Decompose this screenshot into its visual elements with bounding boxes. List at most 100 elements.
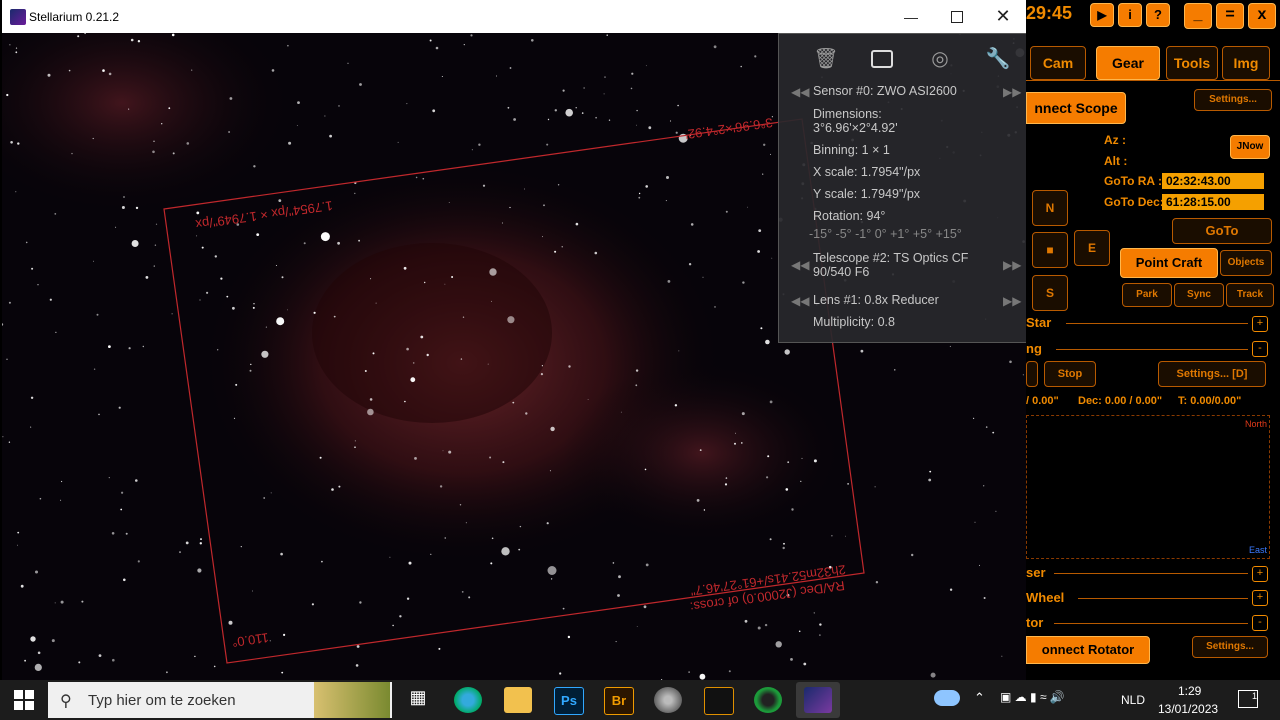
star <box>372 352 375 355</box>
tab-img[interactable]: Img <box>1222 46 1270 80</box>
star <box>319 456 322 459</box>
previous-telescope-arrow[interactable]: ◀◀ <box>791 258 809 272</box>
previous-sensor-arrow[interactable]: ◀◀ <box>791 85 809 99</box>
lens: Lens #1: 0.8x Reducer <box>813 293 939 307</box>
park-button[interactable]: Park <box>1122 283 1172 307</box>
star <box>370 278 372 280</box>
guider-settings-button[interactable]: Settings... [D] <box>1158 361 1266 387</box>
language-indicator[interactable]: NLD <box>1121 693 1145 707</box>
trash-icon[interactable]: 🗑 <box>813 46 839 72</box>
minimize-button[interactable]: _ <box>1184 3 1212 29</box>
collapse-icon[interactable]: - <box>1252 341 1268 357</box>
info-icon[interactable]: i <box>1118 3 1142 27</box>
maximize-button[interactable]: = <box>1216 3 1244 29</box>
expand-icon[interactable]: + <box>1252 316 1268 332</box>
photoshop-icon[interactable]: Ps <box>554 687 584 715</box>
app-icon[interactable] <box>754 687 782 713</box>
jnow-button[interactable]: JNow <box>1230 135 1270 159</box>
bridge-icon[interactable]: Br <box>604 687 634 715</box>
star <box>559 672 562 675</box>
star <box>51 639 55 643</box>
star <box>645 65 647 67</box>
title-bar[interactable]: Stellarium 0.21.2 — ✕ <box>2 0 1026 33</box>
connect-rotator-button[interactable]: onnect Rotator <box>1026 636 1150 664</box>
close-icon: ✕ <box>995 6 1011 26</box>
task-view-icon[interactable]: ▦ <box>404 687 432 713</box>
scope-settings-button[interactable]: Settings... <box>1194 89 1272 111</box>
stellarium-taskbar-button[interactable] <box>796 682 840 718</box>
goto-button[interactable]: GoTo <box>1172 218 1272 244</box>
close-button[interactable]: ✕ <box>980 0 1026 33</box>
nudge-south-button[interactable]: S <box>1032 275 1068 311</box>
tray-icons[interactable]: ▣ ☁ ▮ ≈ 🔊 <box>1000 690 1065 704</box>
nudge-east-button[interactable]: E <box>1074 230 1110 266</box>
taskbar-search[interactable]: ⚲ Typ hier om te zoeken <box>48 682 392 718</box>
star <box>744 619 748 623</box>
nudge-north-button[interactable]: N <box>1032 190 1068 226</box>
star <box>665 200 667 202</box>
star <box>784 349 790 355</box>
wrench-icon[interactable]: 🔧 <box>985 46 1011 72</box>
help-icon[interactable]: ? <box>1146 3 1170 27</box>
star <box>15 51 18 54</box>
star <box>762 173 764 175</box>
expand-icon[interactable]: + <box>1252 566 1268 582</box>
star <box>985 426 988 428</box>
star <box>482 184 486 187</box>
star <box>949 588 953 591</box>
star <box>489 268 497 276</box>
weather-icon[interactable] <box>934 690 960 706</box>
chevron-up-icon[interactable]: ⌃ <box>974 690 985 706</box>
app-icon[interactable] <box>704 687 734 715</box>
star <box>612 562 615 564</box>
app-icon[interactable] <box>654 687 682 713</box>
star <box>130 38 134 42</box>
tab-cam[interactable]: Cam <box>1030 46 1086 80</box>
star <box>764 623 768 627</box>
play-icon[interactable]: ▶ <box>1090 3 1114 27</box>
star <box>463 44 465 46</box>
stop-guiding-button[interactable]: Stop <box>1044 361 1096 387</box>
rotation-steps[interactable]: -15° -5° -1° 0° +1° +5° +15° <box>809 227 962 241</box>
windows-start-icon[interactable] <box>14 690 34 710</box>
star <box>783 542 785 545</box>
star <box>8 441 11 443</box>
star <box>296 125 298 126</box>
star <box>128 347 131 350</box>
sensor-icon[interactable] <box>869 46 895 72</box>
star <box>47 73 51 77</box>
next-lens-arrow[interactable]: ▶▶ <box>1003 294 1021 308</box>
notifications-icon[interactable]: 1 <box>1238 690 1258 708</box>
clock-time[interactable]: 1:29 <box>1178 684 1201 698</box>
stop-slew-button[interactable]: ■ <box>1032 232 1068 268</box>
goto-dec-input[interactable]: 61:28:15.00 <box>1162 194 1264 210</box>
close-button[interactable]: x <box>1248 3 1276 29</box>
track-button[interactable]: Track <box>1226 283 1274 307</box>
previous-lens-arrow[interactable]: ◀◀ <box>791 294 809 308</box>
maximize-button[interactable] <box>934 0 980 33</box>
tab-tools[interactable]: Tools <box>1166 46 1218 80</box>
filter-wheel-section-header: Wheel <box>1026 590 1065 605</box>
minimize-button[interactable]: — <box>888 0 934 33</box>
star <box>197 568 202 573</box>
goto-ra-input[interactable]: 02:32:43.00 <box>1162 173 1264 189</box>
objects-button[interactable]: Objects <box>1220 250 1272 276</box>
star <box>860 349 864 353</box>
focuser-section-header: ser <box>1026 565 1046 580</box>
next-telescope-arrow[interactable]: ▶▶ <box>1003 258 1021 272</box>
star <box>441 76 443 77</box>
connect-scope-button[interactable]: nnect Scope <box>1026 92 1126 124</box>
edge-icon[interactable] <box>454 687 482 713</box>
sync-button[interactable]: Sync <box>1174 283 1224 307</box>
explorer-icon[interactable] <box>504 687 532 713</box>
clock-date[interactable]: 13/01/2023 <box>1158 702 1218 716</box>
expand-icon[interactable]: + <box>1252 590 1268 606</box>
point-craft-button[interactable]: Point Craft <box>1120 248 1218 278</box>
next-sensor-arrow[interactable]: ▶▶ <box>1003 85 1021 99</box>
target-icon[interactable]: ◎ <box>927 46 953 72</box>
star <box>757 626 761 630</box>
tab-gear[interactable]: Gear <box>1096 46 1160 80</box>
star <box>287 309 288 311</box>
rotator-settings-button[interactable]: Settings... <box>1192 636 1268 658</box>
collapse-icon[interactable]: - <box>1252 615 1268 631</box>
